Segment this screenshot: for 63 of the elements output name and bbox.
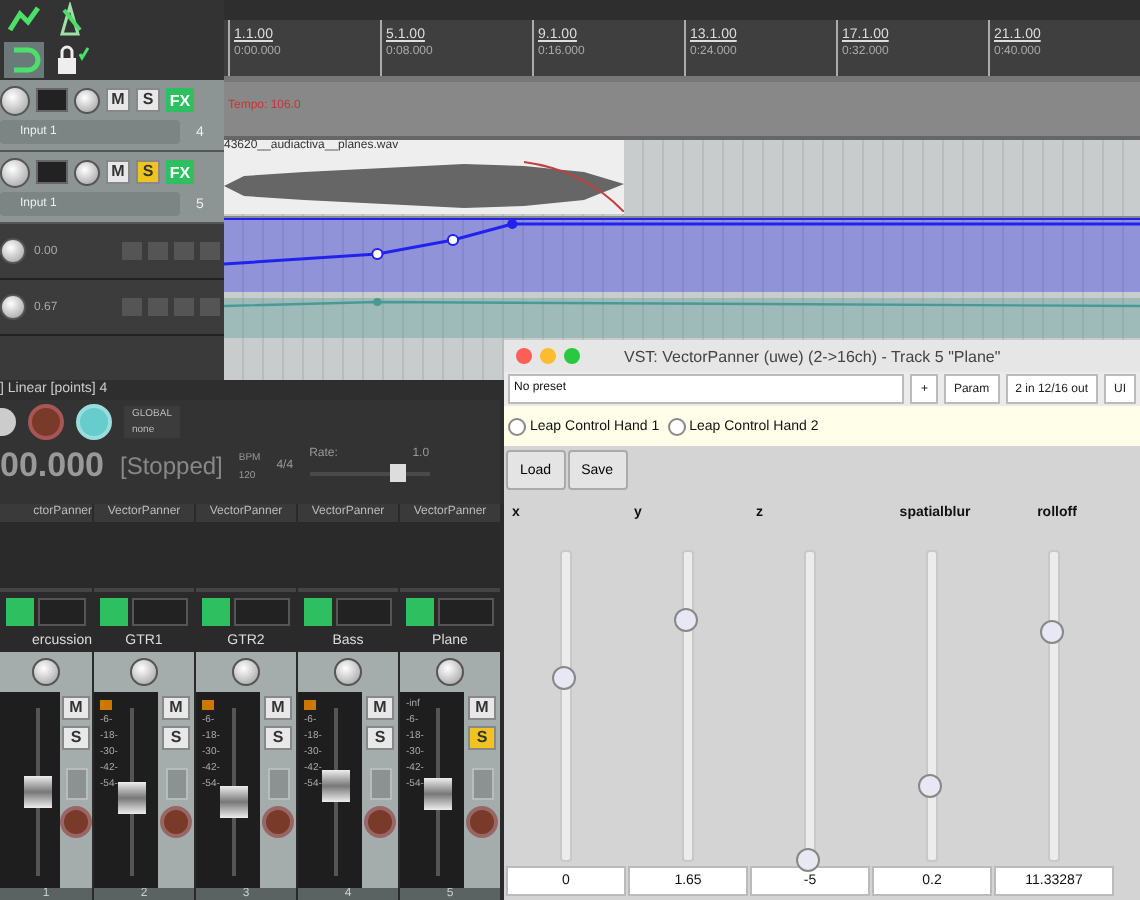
volume-fader[interactable] [322, 770, 350, 803]
slider-thumb[interactable] [673, 607, 697, 632]
solo-button[interactable]: S [136, 160, 160, 184]
rate-slider[interactable] [389, 464, 406, 482]
input-button[interactable] [369, 768, 391, 800]
pan-knob[interactable] [130, 658, 158, 686]
clip-indicator [202, 700, 214, 710]
meter-icon [36, 160, 68, 184]
meter-icon [36, 88, 68, 112]
mute-button[interactable]: M [106, 160, 130, 184]
mute-button[interactable]: M [264, 696, 292, 720]
solo-button[interactable]: S [468, 726, 496, 750]
solo-button[interactable]: S [62, 726, 90, 750]
pan-knob[interactable] [232, 658, 260, 686]
time-display: 00.000 [0, 446, 104, 486]
routing-button[interactable] [132, 598, 188, 626]
routing-button[interactable] [438, 598, 494, 626]
solo-button[interactable]: S [264, 726, 292, 750]
window-title: VST: VectorPanner (uwe) (2->16ch) - Track 5 "Plane" [624, 347, 1001, 365]
mute-button[interactable]: M [106, 88, 130, 112]
pan-knob[interactable] [74, 159, 100, 185]
mute-button[interactable]: M [162, 696, 190, 720]
pan-knob[interactable] [334, 658, 362, 686]
volume-knob[interactable] [0, 85, 30, 115]
routing-button[interactable] [38, 598, 86, 626]
solo-button[interactable]: S [366, 726, 394, 750]
play-state: [Stopped] [120, 452, 223, 480]
volume-fader[interactable] [424, 777, 452, 810]
zoom-button[interactable] [564, 348, 580, 364]
clip-indicator [100, 700, 112, 710]
envelope-knob[interactable] [0, 294, 26, 320]
record-arm-button[interactable] [60, 806, 92, 838]
volume-fader[interactable] [118, 781, 146, 814]
routing-button[interactable] [234, 598, 290, 626]
record-button[interactable] [28, 404, 64, 440]
pan-knob[interactable] [32, 658, 60, 686]
envelope-knob[interactable] [0, 238, 26, 264]
slider-thumb[interactable] [1039, 620, 1063, 645]
slider-thumb[interactable] [795, 848, 819, 872]
solo-button[interactable]: S [162, 726, 190, 750]
input-button[interactable] [65, 768, 87, 800]
record-arm-button[interactable] [262, 806, 294, 838]
routing-button[interactable] [336, 598, 392, 626]
clip-indicator [304, 700, 316, 710]
input-button[interactable] [471, 768, 493, 800]
solo-button[interactable]: S [136, 88, 160, 112]
input-button[interactable] [165, 768, 187, 800]
slider-thumb[interactable] [551, 666, 575, 691]
volume-knob[interactable] [0, 157, 30, 187]
record-arm-button[interactable] [364, 806, 396, 838]
play-button[interactable] [0, 408, 16, 436]
record-arm-button[interactable] [466, 806, 498, 838]
mute-button[interactable]: M [62, 696, 90, 720]
volume-fader[interactable] [220, 786, 248, 819]
input-button[interactable] [267, 768, 289, 800]
record-arm-button[interactable] [160, 806, 192, 838]
slider-thumb[interactable] [917, 774, 941, 799]
mute-button[interactable]: M [366, 696, 394, 720]
close-button[interactable] [516, 348, 532, 364]
pan-knob[interactable] [74, 87, 100, 113]
repeat-button[interactable] [76, 404, 112, 440]
pan-knob[interactable] [436, 658, 464, 686]
mute-button[interactable]: M [468, 696, 496, 720]
